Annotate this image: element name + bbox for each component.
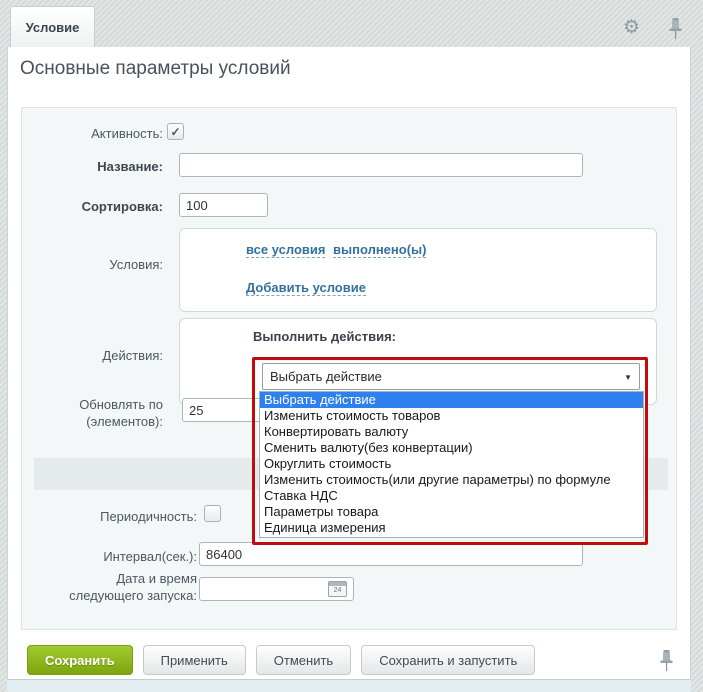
action-select[interactable]: Выбрать действие ▼: [262, 363, 640, 390]
activity-label: Активность:: [25, 125, 163, 142]
add-condition-link[interactable]: Добавить условие: [246, 280, 366, 296]
checkmark-icon: ✓: [170, 125, 180, 139]
all-conditions-link[interactable]: все условия: [246, 242, 325, 258]
interval-label: Интервал(сек.):: [25, 548, 197, 565]
next-run-label: Дата и время следующего запуска:: [60, 570, 197, 604]
chevron-down-icon: ▼: [624, 373, 632, 382]
conditions-label: Условия:: [25, 256, 163, 273]
dropdown-option[interactable]: Конвертировать валюту: [260, 424, 643, 440]
sort-input[interactable]: [179, 193, 268, 217]
actions-label: Действия:: [25, 347, 163, 364]
tab-condition[interactable]: Условие: [10, 6, 95, 47]
dropdown-option[interactable]: Округлить стоимость: [260, 456, 643, 472]
cancel-button[interactable]: Отменить: [256, 645, 351, 675]
footer-button-bar: Сохранить Применить Отменить Сохранить и…: [27, 645, 535, 675]
pin-icon[interactable]: [660, 650, 673, 672]
periodicity-checkbox[interactable]: [204, 505, 221, 522]
save-and-run-button[interactable]: Сохранить и запустить: [361, 645, 535, 675]
bottom-strip: [7, 680, 691, 692]
periodicity-label: Периодичность:: [25, 508, 197, 525]
fulfilled-link[interactable]: выполнено(ы): [333, 242, 426, 258]
page-title: Основные параметры условий: [20, 58, 291, 80]
calendar-icon[interactable]: 24: [328, 581, 347, 597]
dropdown-option[interactable]: Ставка НДС: [260, 488, 643, 504]
dropdown-option[interactable]: Выбрать действие: [260, 392, 643, 408]
update-by-label: Обновлять по (элементов):: [45, 396, 163, 430]
sort-label: Сортировка:: [25, 198, 163, 215]
action-dropdown-list: Выбрать действие Изменить стоимость това…: [259, 391, 644, 538]
conditions-box: [179, 228, 657, 312]
pin-icon[interactable]: [669, 18, 682, 40]
apply-button[interactable]: Применить: [143, 645, 246, 675]
gear-icon[interactable]: ⚙: [623, 18, 640, 37]
update-by-input[interactable]: [182, 398, 270, 422]
activity-checkbox[interactable]: ✓: [167, 123, 184, 140]
actions-heading: Выполнить действия:: [253, 329, 396, 344]
dropdown-option[interactable]: Единица измерения: [260, 520, 643, 536]
name-label: Название:: [25, 158, 163, 175]
action-select-value: Выбрать действие: [270, 369, 382, 384]
interval-input[interactable]: [199, 542, 583, 566]
dropdown-option[interactable]: Изменить стоимость товаров: [260, 408, 643, 424]
calendar-icon-day: 24: [329, 586, 346, 596]
name-input[interactable]: [179, 153, 583, 177]
tab-condition-label: Условие: [26, 20, 80, 35]
save-button[interactable]: Сохранить: [27, 645, 133, 675]
dropdown-option[interactable]: Параметры товара: [260, 504, 643, 520]
dropdown-option[interactable]: Сменить валюту(без конвертации): [260, 440, 643, 456]
dropdown-option[interactable]: Изменить стоимость(или другие параметры)…: [260, 472, 643, 488]
